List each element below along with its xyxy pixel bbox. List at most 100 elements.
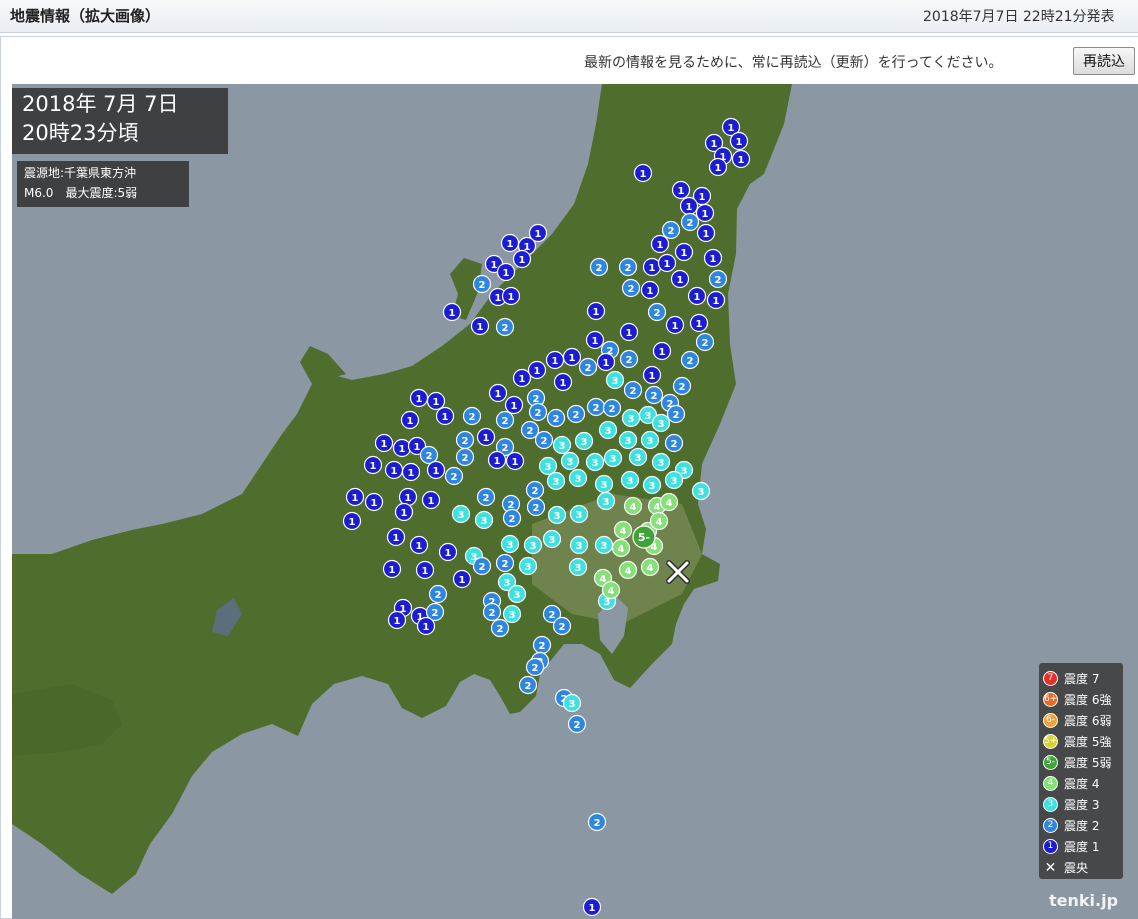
- intensity-marker: 1: [665, 315, 685, 335]
- svg-text:1: 1: [535, 229, 542, 240]
- svg-text:1: 1: [715, 163, 722, 174]
- intensity-marker: 3: [562, 693, 582, 713]
- intensity-marker: 2: [680, 350, 700, 370]
- intensity-marker: 2: [482, 602, 502, 622]
- svg-text:2: 2: [502, 323, 509, 334]
- svg-text:3: 3: [658, 458, 665, 469]
- svg-text:1: 1: [694, 292, 701, 303]
- intensity-marker: 1: [505, 451, 525, 471]
- intensity-marker: 1: [687, 286, 707, 306]
- intensity-marker: 3: [451, 504, 471, 524]
- intensity-marker: 1: [657, 253, 677, 273]
- intensity-marker: 1: [706, 290, 726, 310]
- svg-text:2: 2: [625, 263, 632, 274]
- intensity-marker: 2: [518, 675, 538, 695]
- svg-text:1: 1: [459, 575, 466, 586]
- svg-text:2: 2: [702, 338, 709, 349]
- svg-text:1: 1: [422, 566, 429, 577]
- svg-text:3: 3: [507, 540, 514, 551]
- svg-text:1: 1: [442, 412, 449, 423]
- svg-text:1: 1: [508, 292, 515, 303]
- intensity-marker: 1: [562, 347, 582, 367]
- svg-text:1: 1: [738, 155, 745, 166]
- svg-text:1: 1: [423, 622, 430, 633]
- intensity-marker: 4: [623, 496, 643, 516]
- intensity-marker: 1: [488, 383, 508, 403]
- svg-text:2: 2: [533, 503, 540, 514]
- svg-text:1: 1: [393, 533, 400, 544]
- svg-text:1: 1: [552, 356, 559, 367]
- intensity-marker: 2: [472, 556, 492, 576]
- intensity-marker: 3: [502, 604, 522, 624]
- intensity-marker: 1: [363, 455, 383, 475]
- svg-text:4: 4: [618, 544, 625, 555]
- page-header: 地震情報（拡大画像） 2018年7月7日 22時21分発表: [0, 0, 1138, 33]
- intensity-marker: 2: [672, 376, 692, 396]
- svg-text:2: 2: [687, 218, 694, 229]
- legend-badge: 4: [1043, 776, 1058, 791]
- intensity-marker: 2: [546, 408, 566, 428]
- intensity-marker: 3: [651, 413, 671, 433]
- svg-text:2: 2: [593, 403, 600, 414]
- svg-text:1: 1: [389, 565, 396, 576]
- svg-text:4: 4: [647, 563, 654, 574]
- legend-badge: 3: [1043, 797, 1058, 812]
- intensity-marker: 3: [642, 475, 662, 495]
- intensity-marker: 4: [618, 560, 638, 580]
- legend-row-epicenter: ✕ 震央: [1043, 857, 1119, 878]
- intensity-marker: 2: [528, 402, 548, 422]
- svg-text:2: 2: [479, 280, 486, 291]
- svg-text:1: 1: [647, 286, 654, 297]
- svg-text:2: 2: [687, 356, 694, 367]
- intensity-marker: 2: [567, 714, 587, 734]
- svg-text:2: 2: [654, 308, 661, 319]
- intensity-marker: 3: [552, 435, 572, 455]
- svg-text:1: 1: [503, 268, 510, 279]
- intensity-marker: 1: [374, 433, 394, 453]
- svg-text:2: 2: [462, 453, 469, 464]
- svg-text:3: 3: [509, 610, 516, 621]
- legend-label: 震度 6強: [1064, 693, 1112, 707]
- intensity-marker: 2: [587, 812, 607, 832]
- intensity-marker: 2: [472, 274, 492, 294]
- intensity-marker: 1: [398, 487, 418, 507]
- intensity-marker: 2: [589, 257, 609, 277]
- svg-text:1: 1: [589, 903, 596, 914]
- intensity-marker: 2: [618, 257, 638, 277]
- intensity-marker: 1: [527, 360, 547, 380]
- legend-row: 6+ 震度 6強: [1043, 689, 1119, 710]
- intensity-marker: 2: [661, 220, 681, 240]
- intensity-marker: 1: [438, 542, 458, 562]
- intensity-marker: 1: [426, 460, 446, 480]
- svg-text:1: 1: [349, 517, 356, 528]
- intensity-marker: 1: [670, 269, 690, 289]
- svg-text:1: 1: [370, 461, 377, 472]
- svg-text:1: 1: [681, 248, 688, 259]
- svg-text:3: 3: [601, 480, 608, 491]
- intensity-marker: 1: [512, 249, 532, 269]
- intensity-marker: 1: [501, 286, 521, 306]
- svg-text:3: 3: [458, 510, 465, 521]
- intensity-marker: 1: [695, 203, 715, 223]
- intensity-marker: 4: [613, 520, 633, 540]
- svg-text:2: 2: [532, 486, 539, 497]
- intensity-marker: 1: [633, 163, 653, 183]
- svg-text:3: 3: [612, 376, 619, 387]
- intensity-marker: 2: [525, 480, 545, 500]
- svg-text:3: 3: [576, 510, 583, 521]
- svg-text:3: 3: [625, 436, 632, 447]
- intensity-marker: 1: [708, 157, 728, 177]
- svg-text:1: 1: [495, 293, 502, 304]
- reload-button[interactable]: 再読込: [1073, 47, 1135, 75]
- intensity-marker: 1: [582, 897, 602, 917]
- svg-text:1: 1: [394, 616, 401, 627]
- intensity-marker: 1: [500, 233, 520, 253]
- intensity-marker: 1: [674, 242, 694, 262]
- svg-text:3: 3: [576, 541, 583, 552]
- svg-text:1: 1: [649, 263, 656, 274]
- svg-text:4: 4: [620, 526, 627, 537]
- svg-text:2: 2: [715, 275, 722, 286]
- intensity-marker: 1: [415, 560, 435, 580]
- svg-text:3: 3: [530, 541, 537, 552]
- intensity-marker: 3: [628, 447, 648, 467]
